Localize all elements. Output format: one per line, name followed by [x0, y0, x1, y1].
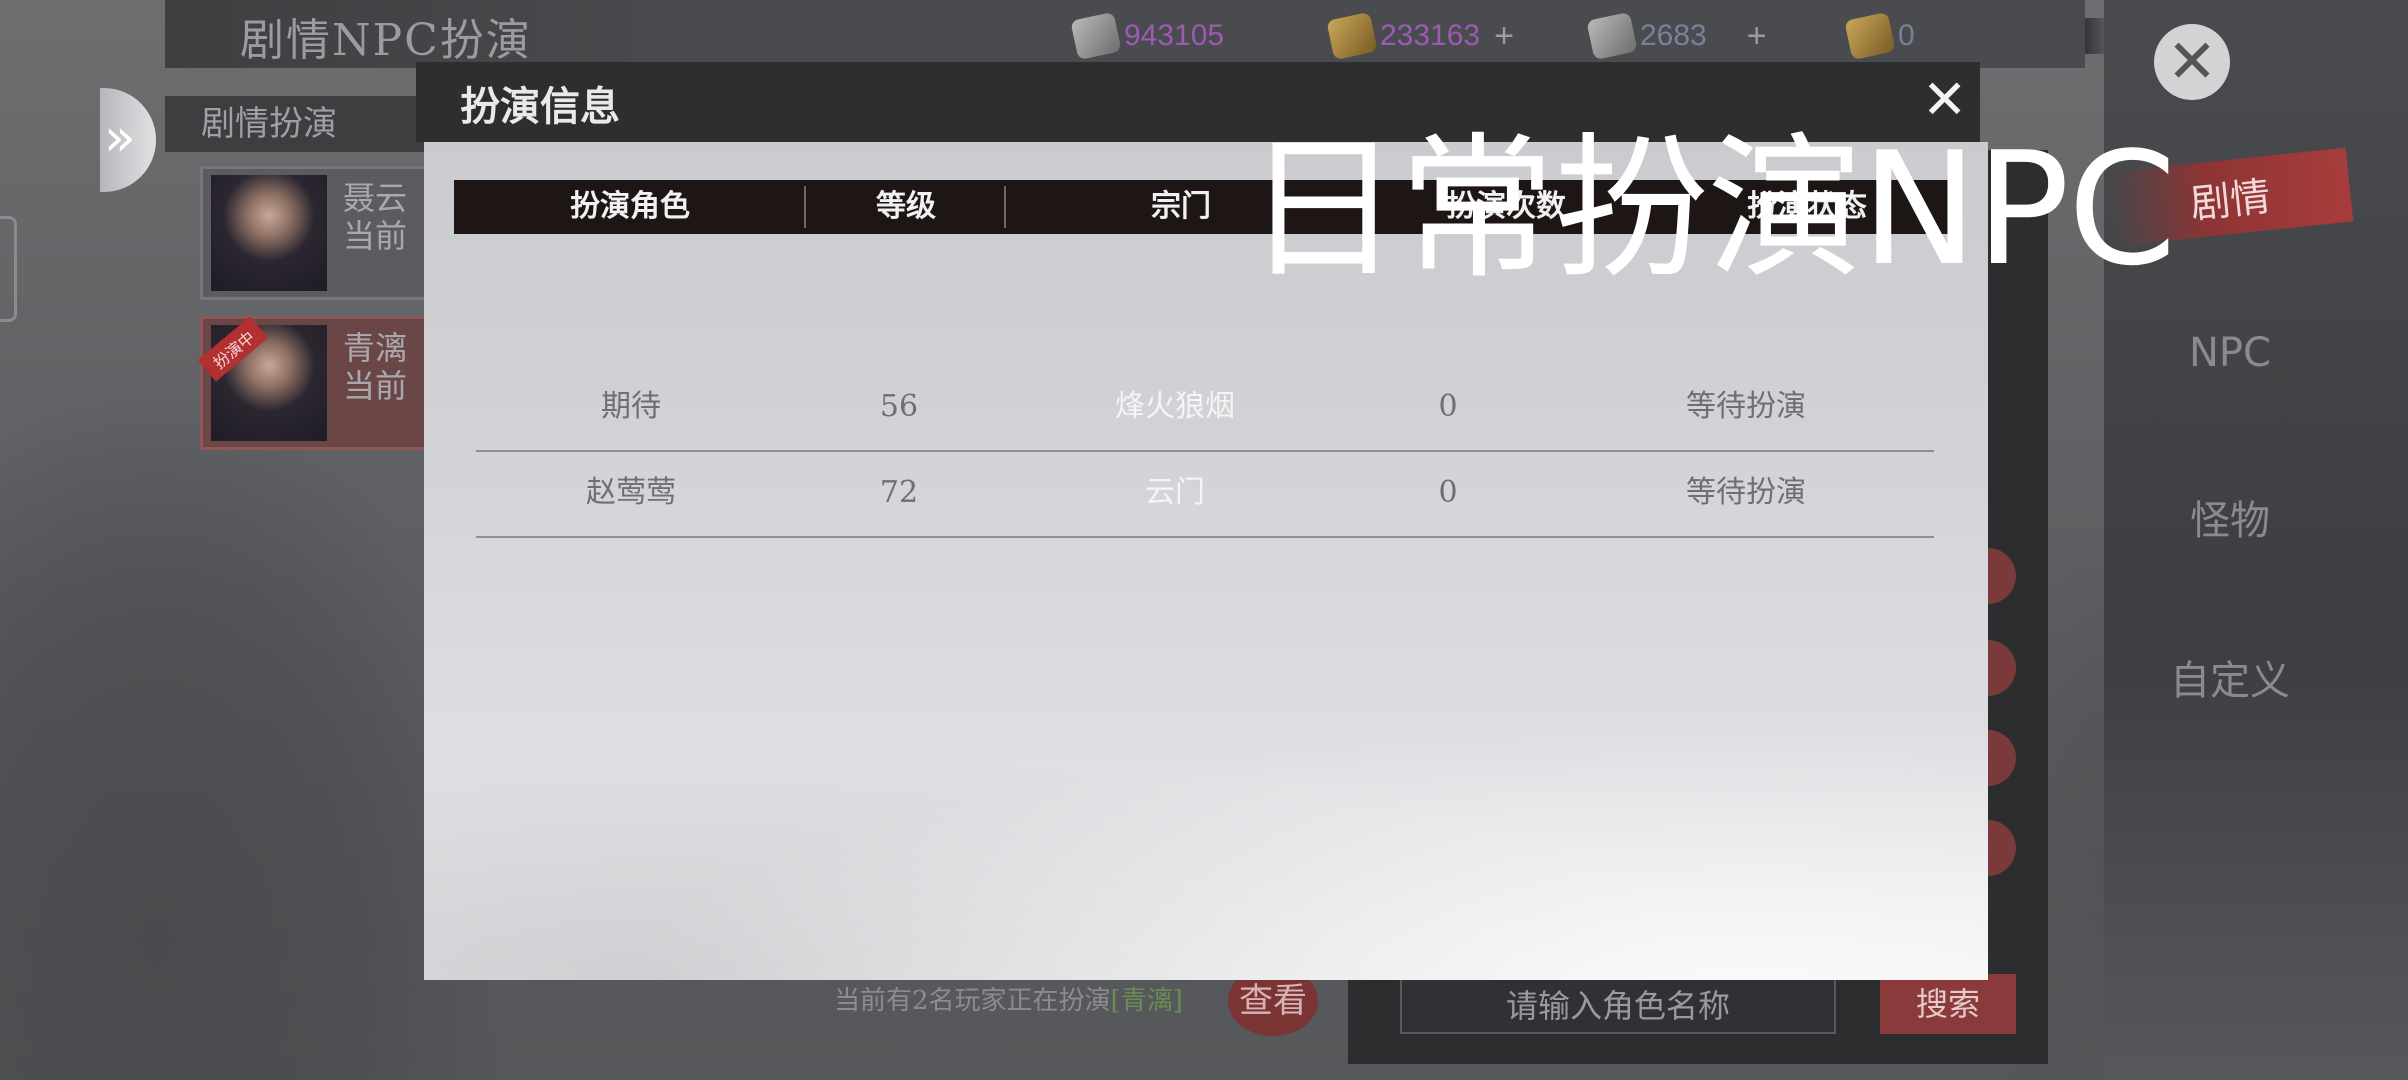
- cell-count: 0: [1438, 475, 1458, 510]
- modal-title: 扮演信息: [460, 83, 620, 130]
- close-page-button[interactable]: ✕: [2154, 24, 2230, 100]
- coin-icon: [1844, 11, 1896, 61]
- cell-level: 72: [879, 475, 919, 510]
- search-button[interactable]: 搜索: [1880, 974, 2016, 1034]
- npc-status: 当前: [343, 367, 408, 405]
- currency-silver: 2683 +: [1586, 11, 1850, 61]
- currency-gold: 233163 +: [1326, 11, 1610, 61]
- npc-status: 当前: [343, 217, 408, 255]
- table-row[interactable]: 赵莺莺 72 云门 0 等待扮演: [476, 450, 1934, 538]
- cell-count: 0: [1438, 389, 1458, 424]
- add-gold-button[interactable]: +: [1494, 17, 1514, 56]
- silver-icon: [1586, 11, 1638, 61]
- page-title: 剧情NPC扮演: [240, 15, 532, 66]
- hex-frame-icon: [0, 216, 17, 322]
- expand-sidebar-button[interactable]: »: [100, 88, 156, 192]
- cell-role: 期待: [601, 389, 661, 424]
- rail-tab-custom[interactable]: 自定义: [2110, 648, 2350, 706]
- currency-value: 943105: [1124, 19, 1225, 52]
- overlay-caption: 日常扮演NPC: [1245, 118, 2177, 300]
- gold-ingot-icon: [1326, 11, 1378, 61]
- cell-role: 赵莺莺: [586, 475, 676, 510]
- column-header: 扮演角色: [454, 180, 806, 234]
- table-row[interactable]: 期待 56 烽火狼烟 0 等待扮演: [476, 364, 1934, 452]
- currency-value: 233163: [1380, 19, 1481, 52]
- cell-level: 56: [879, 389, 919, 424]
- npc-card[interactable]: 聂云 当前: [200, 166, 450, 300]
- npc-card[interactable]: 扮演中 青漓 当前: [197, 316, 450, 450]
- cell-sect: 烽火狼烟: [1115, 389, 1235, 424]
- currency-coin: 0: [1844, 11, 2118, 61]
- roleplay-status-text: 当前有2名玩家正在扮演[青漓]: [834, 980, 1183, 1017]
- double-chevron-right-icon: »: [104, 108, 136, 168]
- cell-status: 等待扮演: [1686, 389, 1806, 424]
- cell-status: 等待扮演: [1686, 475, 1806, 510]
- npc-portrait: [211, 175, 327, 291]
- currency-token: 943105: [1070, 11, 1344, 61]
- currency-value: 2683: [1640, 19, 1707, 52]
- status-prefix: 当前有2名玩家正在扮演: [834, 986, 1111, 1016]
- tab-story-roleplay[interactable]: 剧情扮演: [165, 96, 425, 152]
- search-input[interactable]: 请输入角色名称: [1400, 974, 1836, 1034]
- status-highlight: [青漓]: [1110, 986, 1183, 1016]
- column-header: 等级: [806, 180, 1006, 234]
- token-icon: [1070, 11, 1122, 61]
- rail-tab-monster[interactable]: 怪物: [2110, 488, 2350, 546]
- currency-value: 0: [1898, 19, 1915, 52]
- close-icon: ✕: [2166, 27, 2218, 97]
- cell-sect: 云门: [1145, 475, 1205, 510]
- rail-tab-npc[interactable]: NPC: [2110, 330, 2350, 376]
- add-silver-button[interactable]: +: [1747, 17, 1767, 56]
